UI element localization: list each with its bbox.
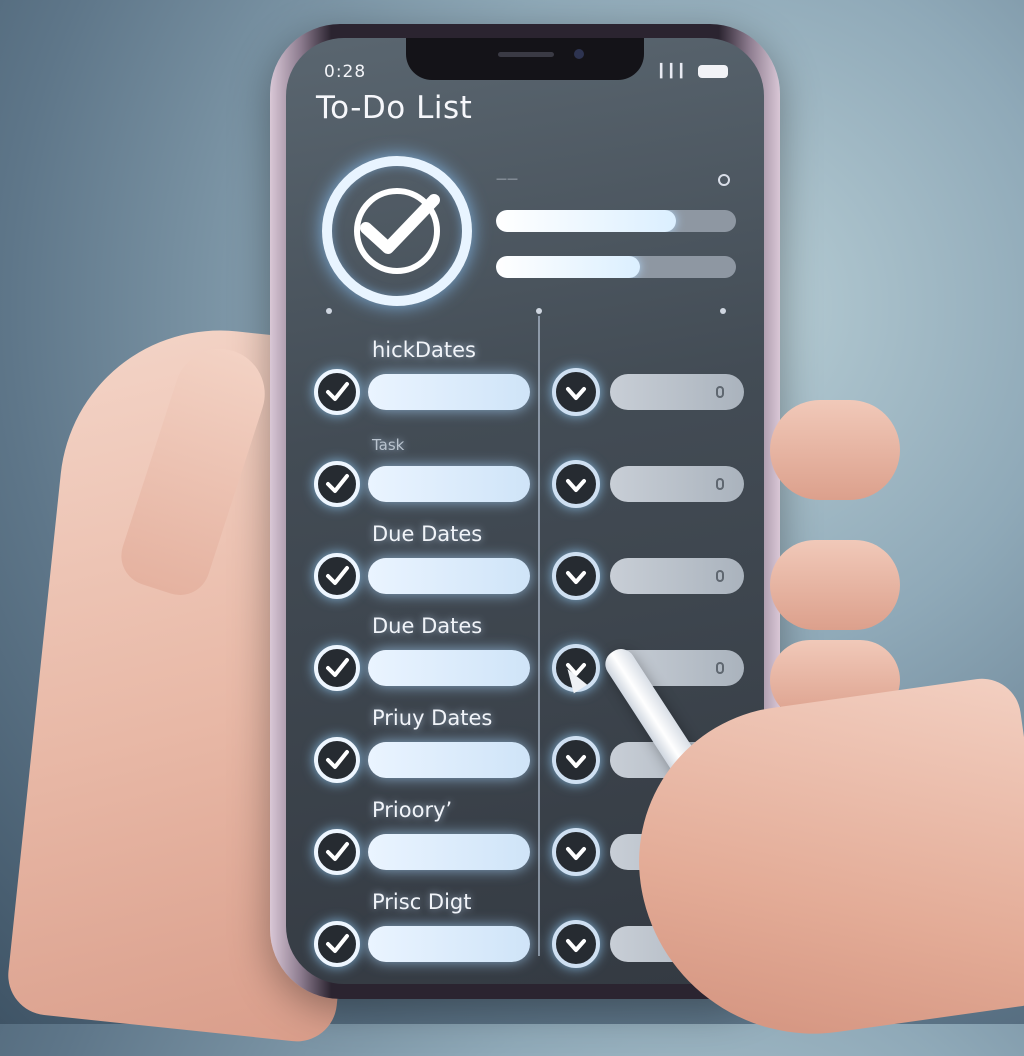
task-bar[interactable] — [610, 374, 744, 410]
dot — [536, 308, 542, 314]
check-circle-icon[interactable] — [314, 369, 360, 415]
task-row[interactable]: Task — [286, 436, 764, 524]
drag-handle-icon[interactable] — [716, 386, 724, 398]
task-label: Priuy Dates — [372, 706, 493, 730]
task-bar[interactable] — [368, 650, 530, 686]
progress-bar-1 — [496, 210, 736, 232]
header-label: —— — [496, 172, 518, 185]
check-circle-icon[interactable] — [314, 461, 360, 507]
task-label: Task — [372, 436, 405, 454]
task-bar[interactable] — [610, 466, 744, 502]
status-icons: ▎▎▎ — [660, 64, 728, 79]
task-label: Due Dates — [372, 522, 483, 546]
check-circle-icon[interactable] — [552, 368, 600, 416]
task-label: Prisc Digt — [372, 890, 472, 914]
battery-icon — [698, 65, 728, 78]
drag-handle-icon[interactable] — [716, 478, 724, 490]
checkmark-icon — [360, 194, 440, 254]
scene: 0:28 ▎▎▎ To-Do List —— hickDates Task Due … — [0, 0, 1024, 1056]
task-bar[interactable] — [368, 374, 530, 410]
task-bar[interactable] — [368, 742, 530, 778]
dot — [720, 308, 726, 314]
task-label: Due Dates — [372, 614, 483, 638]
check-circle-icon — [322, 156, 472, 306]
page-title: To-Do List — [316, 90, 473, 126]
check-circle-icon[interactable] — [314, 737, 360, 783]
speaker — [498, 52, 554, 57]
progress-bar-2 — [496, 256, 736, 278]
finger — [770, 540, 900, 630]
task-bar[interactable] — [610, 558, 744, 594]
task-row[interactable]: hickDates — [286, 338, 764, 432]
task-bar[interactable] — [368, 834, 530, 870]
check-circle-icon[interactable] — [314, 553, 360, 599]
task-bar[interactable] — [368, 466, 530, 502]
signal-icon: ▎▎▎ — [660, 64, 690, 79]
task-label: hickDates — [372, 338, 476, 362]
header-dot-icon[interactable] — [718, 174, 730, 186]
task-row[interactable]: Due Dates — [286, 614, 764, 708]
check-circle-icon[interactable] — [314, 921, 360, 967]
task-label: Prioory’ — [372, 798, 453, 822]
drag-handle-icon[interactable] — [716, 570, 724, 582]
check-circle-icon[interactable] — [552, 552, 600, 600]
task-bar[interactable] — [368, 926, 530, 962]
check-circle-icon[interactable] — [314, 645, 360, 691]
check-circle-icon[interactable] — [552, 736, 600, 784]
check-circle-icon[interactable] — [552, 460, 600, 508]
check-circle-icon[interactable] — [314, 829, 360, 875]
task-row[interactable]: Due Dates — [286, 522, 764, 616]
drag-handle-icon[interactable] — [716, 662, 724, 674]
task-bar[interactable] — [368, 558, 530, 594]
dot — [326, 308, 332, 314]
finger — [770, 400, 900, 500]
check-circle-icon[interactable] — [552, 920, 600, 968]
camera — [574, 49, 584, 59]
notch — [406, 38, 644, 80]
status-time: 0:28 — [324, 62, 367, 82]
check-circle-icon[interactable] — [552, 828, 600, 876]
